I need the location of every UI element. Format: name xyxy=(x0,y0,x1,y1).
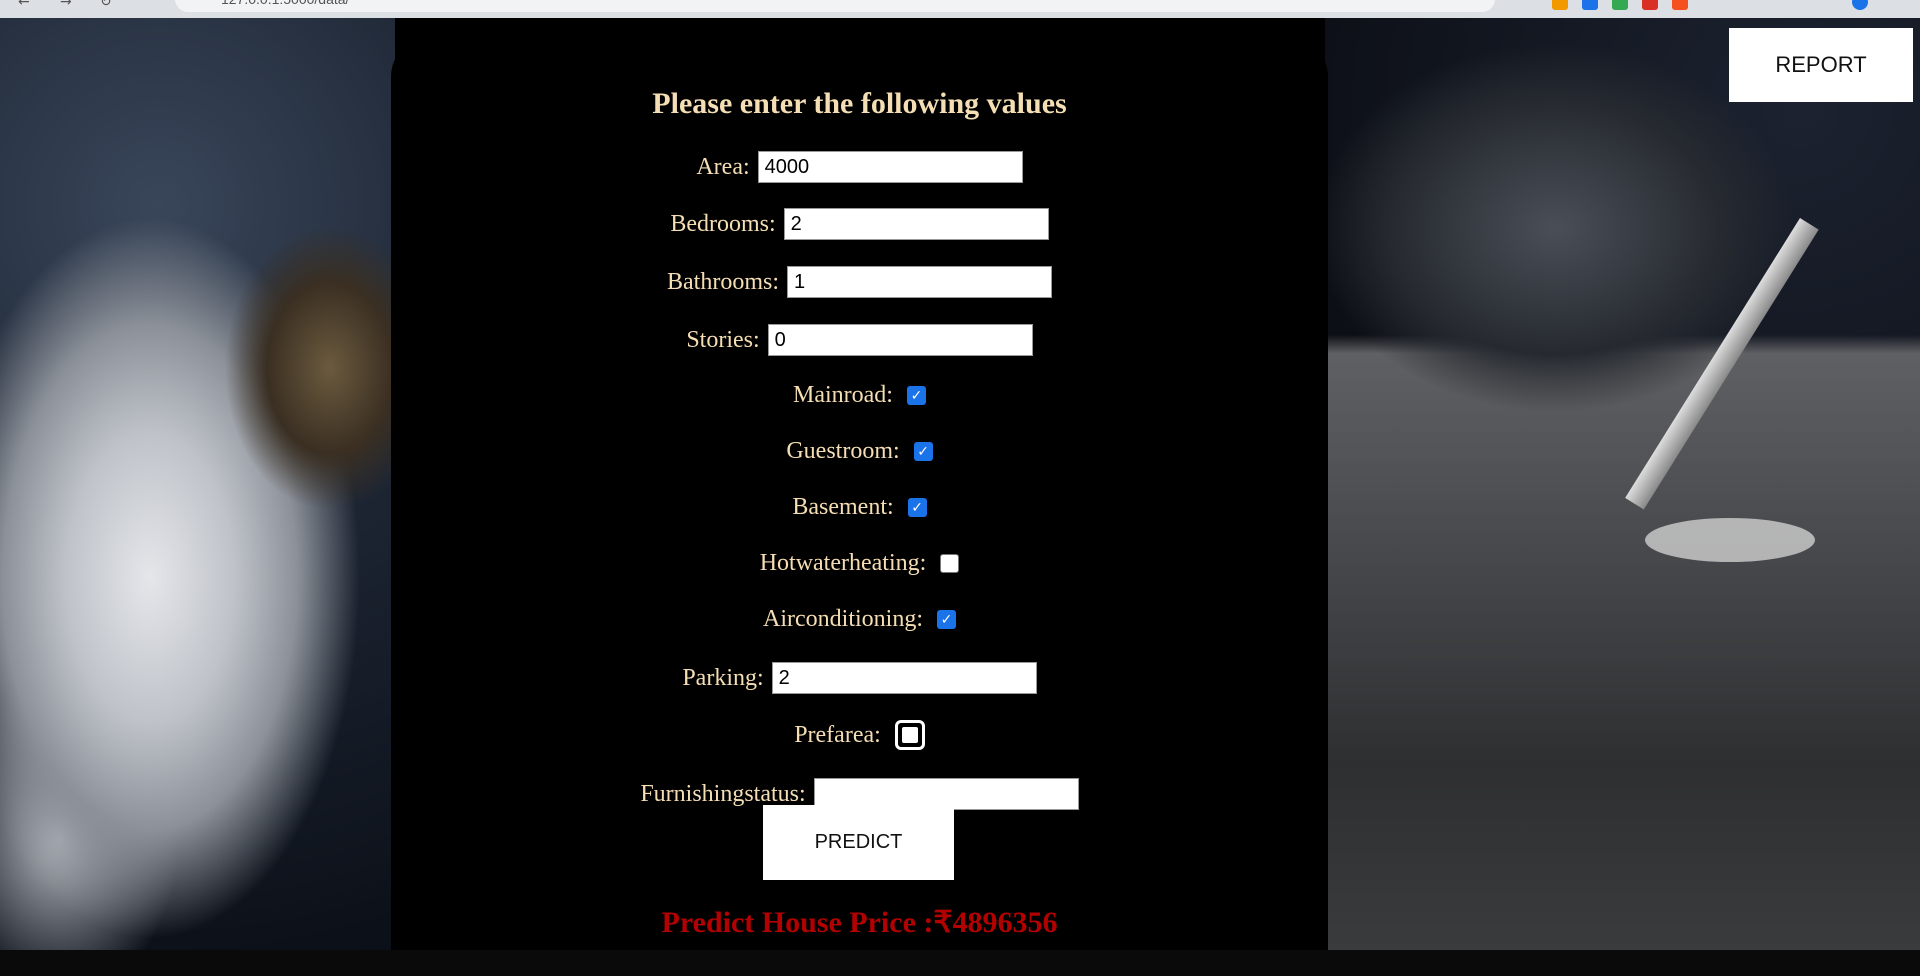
astronaut-background xyxy=(0,18,395,950)
moon-surface-background xyxy=(1325,18,1920,950)
address-bar[interactable]: 127.0.0.1:5000/data/ xyxy=(175,0,1495,12)
mainroad-label: Mainroad: xyxy=(793,382,893,408)
airconditioning-label: Airconditioning: xyxy=(763,606,923,632)
mainroad-checkbox[interactable] xyxy=(906,386,926,405)
guestroom-label: Guestroom: xyxy=(786,438,900,464)
lander-pad-graphic xyxy=(1645,518,1815,562)
lander-leg-graphic xyxy=(1625,218,1819,510)
extension-icon[interactable] xyxy=(1642,0,1658,10)
airconditioning-checkbox[interactable] xyxy=(936,610,956,629)
basement-label: Basement: xyxy=(792,494,894,520)
stories-row: Stories: 0 xyxy=(391,324,1328,356)
reload-icon[interactable]: ↻ xyxy=(100,0,112,10)
bathrooms-input[interactable]: 1 xyxy=(787,266,1052,298)
extension-icon[interactable] xyxy=(1612,0,1628,10)
parking-row: Parking: 2 xyxy=(391,662,1328,694)
predict-button[interactable]: PREDICT xyxy=(763,805,954,880)
hotwaterheating-label: Hotwaterheating: xyxy=(759,550,927,576)
basement-row: Basement: xyxy=(391,494,1328,521)
bathrooms-row: Bathrooms: 1 xyxy=(391,266,1328,298)
parking-label: Parking: xyxy=(682,664,764,691)
parking-input[interactable]: 2 xyxy=(771,662,1037,694)
extension-icon[interactable] xyxy=(1582,0,1598,10)
prefarea-checkbox[interactable] xyxy=(894,720,925,750)
profile-avatar[interactable] xyxy=(1852,0,1868,10)
bedrooms-label: Bedrooms: xyxy=(670,210,776,237)
extension-icon[interactable] xyxy=(1672,0,1688,10)
hotwaterheating-checkbox[interactable] xyxy=(940,554,960,573)
hotwaterheating-row: Hotwaterheating: xyxy=(391,550,1328,577)
mainroad-row: Mainroad: xyxy=(391,382,1328,409)
area-input[interactable]: 4000 xyxy=(757,151,1023,183)
area-row: Area: 4000 xyxy=(391,151,1328,183)
bathrooms-label: Bathrooms: xyxy=(667,268,779,295)
bedrooms-input[interactable]: 2 xyxy=(783,208,1049,240)
guestroom-row: Guestroom: xyxy=(391,438,1328,465)
guestroom-checkbox[interactable] xyxy=(913,442,933,461)
page-bottom-strip xyxy=(0,950,1920,976)
prefarea-row: Prefarea: xyxy=(391,720,1328,750)
browser-toolbar: ← → ↻ 127.0.0.1:5000/data/ xyxy=(0,0,1920,18)
bedrooms-row: Bedrooms: 2 xyxy=(391,208,1328,240)
airconditioning-row: Airconditioning: xyxy=(391,606,1328,633)
area-label: Area: xyxy=(696,153,750,180)
form-title: Please enter the following values xyxy=(652,87,1067,120)
stories-label: Stories: xyxy=(686,326,760,353)
back-icon[interactable]: ← xyxy=(18,0,30,10)
furnishingstatus-label: Furnishingstatus: xyxy=(640,780,806,807)
prediction-form-panel: Please enter the following values Area: … xyxy=(391,35,1328,950)
basement-checkbox[interactable] xyxy=(907,498,927,517)
prefarea-label: Prefarea: xyxy=(794,721,881,748)
forward-icon[interactable]: → xyxy=(60,0,72,10)
extension-icon[interactable] xyxy=(1552,0,1568,10)
stories-input[interactable]: 0 xyxy=(767,324,1033,356)
report-button[interactable]: REPORT xyxy=(1729,28,1913,102)
predicted-price-text: Predict House Price :₹4896356 xyxy=(661,906,1058,939)
